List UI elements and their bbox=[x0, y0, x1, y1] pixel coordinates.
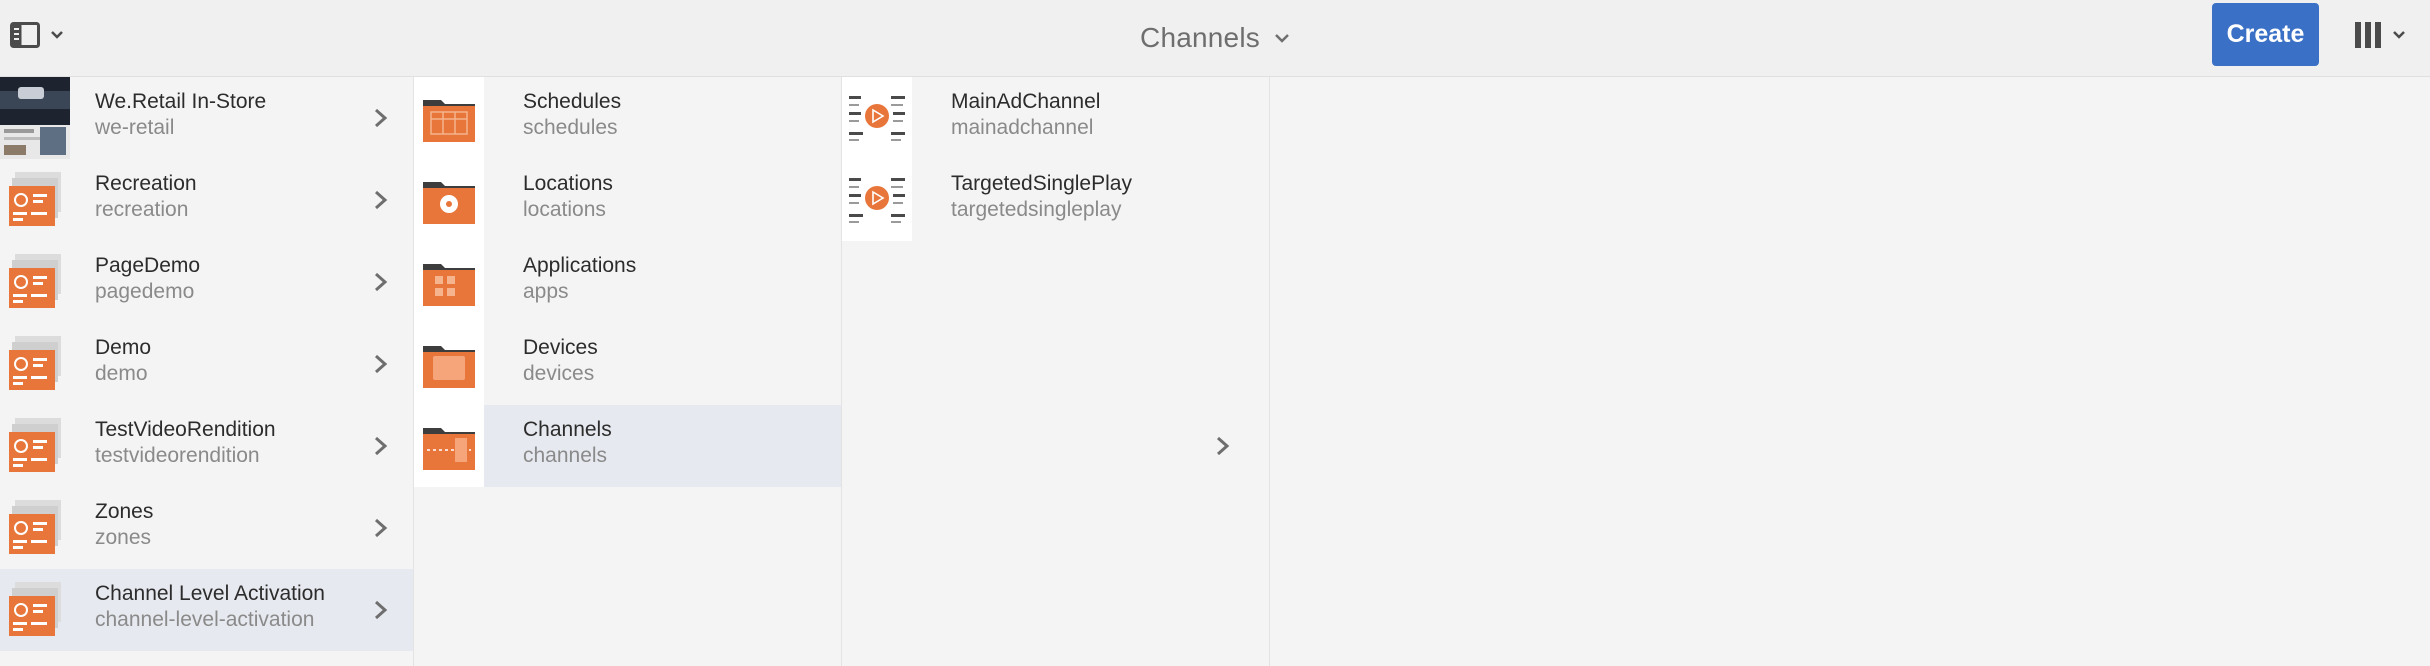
list-item[interactable]: PageDemo pagedemo bbox=[0, 241, 413, 323]
list-item-text: Channels channels bbox=[523, 417, 612, 469]
create-button[interactable]: Create bbox=[2212, 3, 2319, 66]
list-item-subtitle: channels bbox=[523, 444, 608, 467]
list-item-text: PageDemo pagedemo bbox=[95, 253, 200, 305]
title-chevron-down-icon[interactable] bbox=[1274, 32, 1290, 44]
chevron-right-icon[interactable] bbox=[372, 435, 390, 457]
list-item-text: Applications apps bbox=[523, 253, 636, 305]
list-item-title: Applications bbox=[523, 254, 637, 277]
list-item-subtitle: locations bbox=[523, 198, 606, 221]
list-item-subtitle: recreation bbox=[95, 198, 189, 221]
list-item-text: We.Retail In-Store we-retail bbox=[95, 89, 266, 141]
list-item-text: Channel Level Activation channel-level-ac… bbox=[95, 581, 325, 633]
list-item-subtitle: we-retail bbox=[95, 116, 175, 139]
list-item[interactable]: Channel Level Activation channel-level-ac… bbox=[0, 569, 413, 651]
list-item-text: Recreation recreation bbox=[95, 171, 197, 223]
list-item-subtitle: schedules bbox=[523, 116, 618, 139]
list-item-subtitle: testvideorendition bbox=[95, 444, 260, 467]
list-item-text: TestVideoRendition testvideorendition bbox=[95, 417, 276, 469]
column-projects: We.Retail In-Store we-retail Recreation rec… bbox=[0, 77, 414, 666]
project-icon bbox=[0, 569, 70, 651]
list-item[interactable]: Zones zones bbox=[0, 487, 413, 569]
chevron-right-icon[interactable] bbox=[372, 189, 390, 211]
list-item-title: Demo bbox=[95, 336, 152, 359]
list-item-title: Recreation bbox=[95, 172, 197, 195]
list-item-title: Zones bbox=[95, 500, 154, 523]
channel-icon bbox=[842, 77, 912, 159]
folder-applications-icon bbox=[414, 241, 484, 323]
list-item[interactable]: Demo demo bbox=[0, 323, 413, 405]
column-view: We.Retail In-Store we-retail Recreation rec… bbox=[0, 77, 2430, 666]
list-item-title: PageDemo bbox=[95, 254, 201, 277]
folder-locations-icon bbox=[414, 159, 484, 241]
folder-schedules-icon bbox=[414, 77, 484, 159]
list-item[interactable]: TargetedSinglePlay targetedsingleplay bbox=[842, 159, 1269, 241]
channel-icon bbox=[842, 159, 912, 241]
list-item-title: Devices bbox=[523, 336, 598, 359]
list-item-title: Locations bbox=[523, 172, 613, 195]
project-icon bbox=[0, 405, 70, 487]
project-icon bbox=[0, 159, 70, 241]
list-item[interactable]: TestVideoRendition testvideorendition bbox=[0, 405, 413, 487]
list-item-title: Schedules bbox=[523, 90, 622, 113]
thumbnail-image bbox=[0, 77, 70, 159]
list-item[interactable]: Devices devices bbox=[414, 323, 841, 405]
chevron-right-icon[interactable] bbox=[372, 271, 390, 293]
list-item[interactable]: Channels channels bbox=[414, 405, 1230, 487]
list-item-text: Schedules schedules bbox=[523, 89, 621, 141]
list-item[interactable]: MainAdChannel mainadchannel bbox=[842, 77, 1269, 159]
project-icon bbox=[0, 323, 70, 405]
view-switcher[interactable] bbox=[2354, 18, 2424, 52]
column-channels: MainAdChannel mainadchannel TargetedSingle… bbox=[842, 77, 1270, 666]
list-item-text: TargetedSinglePlay targetedsingleplay bbox=[951, 171, 1132, 223]
top-bar: Channels Create bbox=[0, 0, 2430, 77]
list-item-text: MainAdChannel mainadchannel bbox=[951, 89, 1100, 141]
list-item-title: MainAdChannel bbox=[951, 90, 1101, 113]
list-item[interactable]: Schedules schedules bbox=[414, 77, 841, 159]
chevron-down-icon bbox=[2393, 31, 2405, 39]
project-icon bbox=[0, 241, 70, 323]
list-item-subtitle: devices bbox=[523, 362, 595, 385]
list-item[interactable]: Locations locations bbox=[414, 159, 841, 241]
list-item-subtitle: apps bbox=[523, 280, 569, 303]
list-item-title: We.Retail In-Store bbox=[95, 90, 267, 113]
project-icon bbox=[0, 487, 70, 569]
chevron-right-icon[interactable] bbox=[372, 353, 390, 375]
chevron-right-icon[interactable] bbox=[372, 599, 390, 621]
page-title[interactable]: Channels bbox=[1140, 22, 1260, 54]
list-item-subtitle: channel-level-activation bbox=[95, 608, 315, 631]
list-item-title: TargetedSinglePlay bbox=[951, 172, 1132, 195]
folder-devices-icon bbox=[414, 323, 484, 405]
chevron-right-icon[interactable] bbox=[372, 517, 390, 539]
list-item-subtitle: targetedsingleplay bbox=[951, 198, 1122, 221]
list-item-text: Devices devices bbox=[523, 335, 598, 387]
list-item-subtitle: mainadchannel bbox=[951, 116, 1094, 139]
list-item-subtitle: demo bbox=[95, 362, 148, 385]
list-item-title: Channels bbox=[523, 418, 612, 441]
list-item-title: Channel Level Activation bbox=[95, 582, 325, 605]
column-project-contents: Schedules schedules Locations locations Appl… bbox=[414, 77, 1230, 666]
list-item-subtitle: pagedemo bbox=[95, 280, 195, 303]
chevron-right-icon[interactable] bbox=[372, 107, 390, 129]
rail-toggle-button[interactable] bbox=[10, 18, 80, 52]
list-item[interactable]: Recreation recreation bbox=[0, 159, 413, 241]
list-item-text: Zones zones bbox=[95, 499, 153, 551]
list-item[interactable]: Applications apps bbox=[414, 241, 841, 323]
list-item-title: TestVideoRendition bbox=[95, 418, 276, 441]
list-item-subtitle: zones bbox=[95, 526, 152, 549]
side-panel-icon bbox=[10, 22, 40, 48]
list-item-text: Demo demo bbox=[95, 335, 151, 387]
list-item-text: Locations locations bbox=[523, 171, 613, 223]
folder-channels-icon bbox=[414, 405, 484, 487]
column-view-icon bbox=[2355, 22, 2381, 48]
column-empty bbox=[1270, 77, 2430, 666]
list-item[interactable]: We.Retail In-Store we-retail bbox=[0, 77, 413, 159]
chevron-down-icon bbox=[51, 31, 63, 39]
